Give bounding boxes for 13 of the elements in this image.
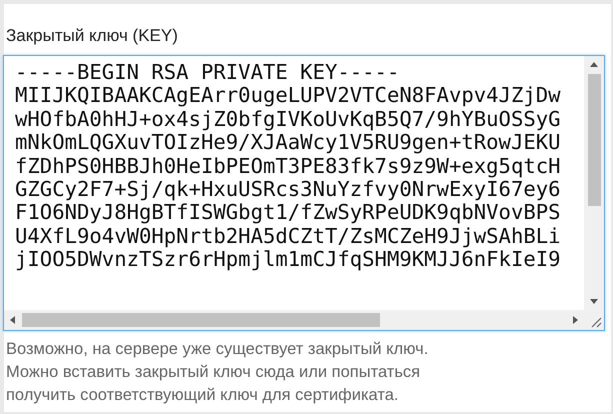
key-text: -----BEGIN RSA PRIVATE KEY----- MIIJKQIBAAKCAgEArr0ugeLUPV2VTCeN8FAvpv4JZjDw wHOfbA0hHJ+ox4sjZ0bfgIVKoUvKqB5Q7/9hYBuOSSyG mNkOmLQGXuvTOIzHe9/XJAaWcy1V5RU9gen+tRowJEKU fZDhPS0HBBJh0HeIbPEOmT3PE83fk7s9z9W+exg5qtcH GZGCy2F7+Sj/qk+HxuUSRcs3NuYzfvy0NrwExyI67ey6 F1O6NDyJ8HgBTfISWGbgt1/fZwSyRPeUDK9qbNVovBPS U4XfL9o4vW0HpNrtb2HA5dCZtT/ZsMCZeH9JjwSAhBLi jIOO5DWvnzTSzr6rHpmjlm1mCJfqSHM9KMJJ6nFkIeI9 [14,59,562,274]
scrollbar-thumb[interactable] [22,313,380,327]
scroll-down-icon[interactable] [589,296,599,306]
scroll-right-icon[interactable] [570,315,580,325]
resize-grip-icon[interactable] [590,316,602,328]
help-text: Возможно, на сервере уже существует закрытый ключ. Можно вставить закрытый ключ сюда или попытаться получить соответствующий ключ для сертификата. [6,339,430,406]
scroll-up-icon[interactable] [589,60,599,70]
key-field[interactable] [3,55,605,331]
horizontal-scrollbar[interactable] [4,310,584,330]
field-label: Закрытый ключ (KEY) [6,26,179,46]
vertical-scrollbar[interactable] [584,56,604,310]
scroll-left-icon[interactable] [8,315,18,325]
scrollbar-thumb[interactable] [588,74,600,206]
